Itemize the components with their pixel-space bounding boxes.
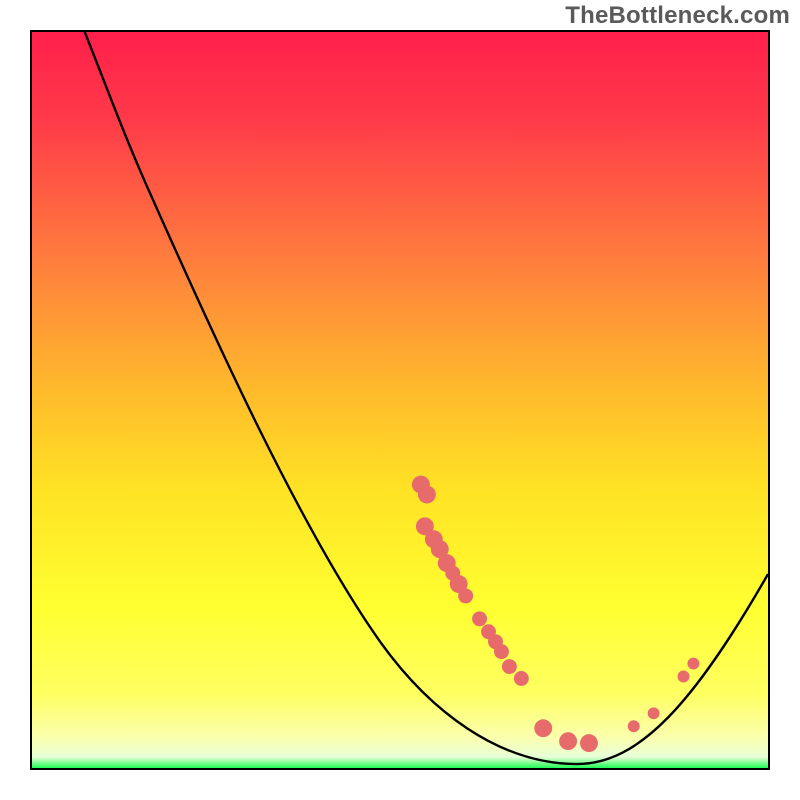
- watermark-source: TheBottleneck.com: [565, 2, 790, 30]
- plot-frame: [30, 30, 770, 770]
- bottleneck-chart: [32, 32, 768, 768]
- gradient-background: [32, 32, 768, 768]
